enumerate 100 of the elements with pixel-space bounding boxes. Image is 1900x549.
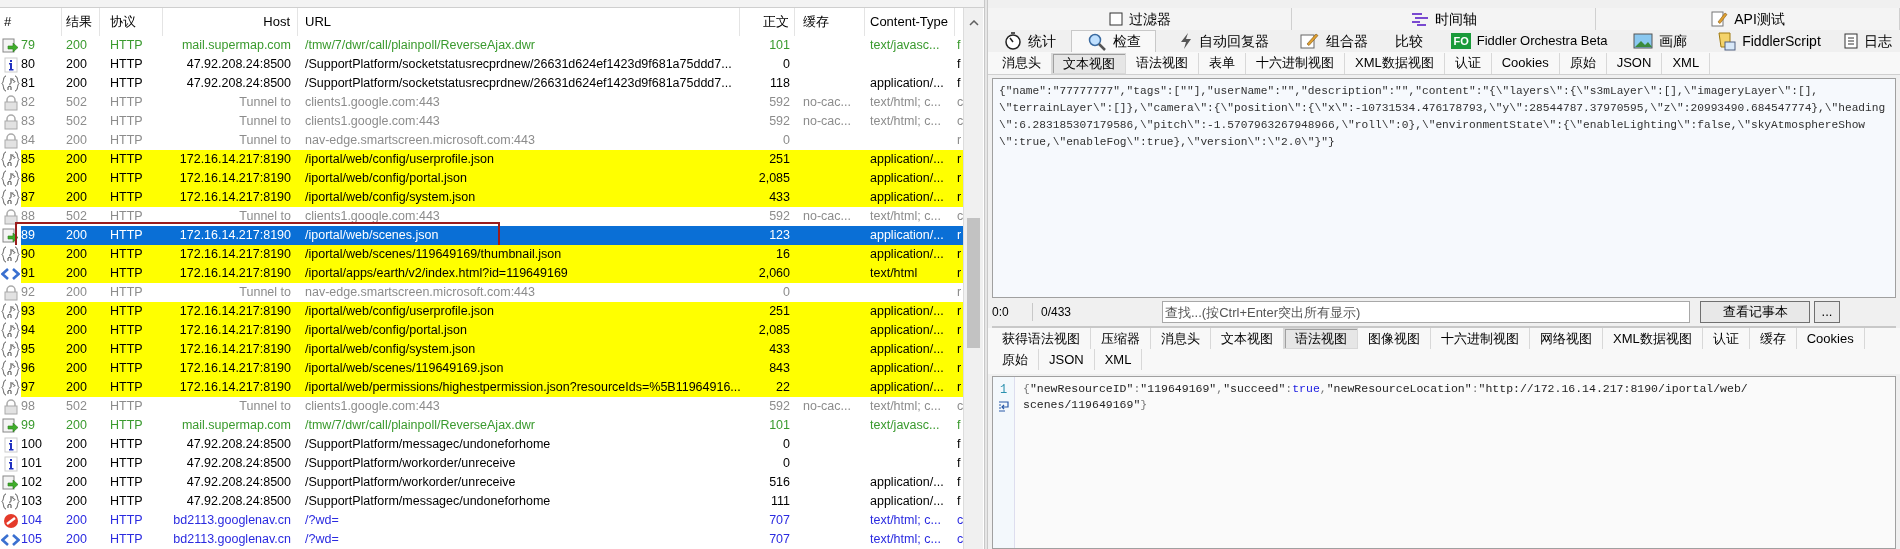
document-arrow-icon bbox=[1, 37, 20, 54]
blocked-icon bbox=[2, 512, 19, 529]
session-row[interactable]: 79 200 HTTP mail.supermap.com /tmw/7/dwr/call/plainpoll/ReverseAjax.dwr 101 text/javasc... f bbox=[0, 36, 963, 55]
lightning-icon bbox=[1178, 32, 1193, 50]
tab[interactable]: 图像视图 bbox=[1358, 328, 1431, 349]
session-row[interactable]: 99 200 HTTP mail.supermap.com /tmw/7/dwr/call/plainpoll/ReverseAjax.dwr 101 text/javasc... f bbox=[0, 416, 963, 435]
session-row[interactable]: 104 200 HTTP bd2113.googlenav.cn /?wd= 707 text/html; c... c bbox=[0, 511, 963, 530]
tab[interactable]: JSON bbox=[1039, 349, 1095, 370]
session-row[interactable]: 100 200 HTTP 47.92.208.24:8500 /SupportPlatform/messagec/undoneforhome 0 f bbox=[0, 435, 963, 454]
tab[interactable]: 过滤器 bbox=[988, 8, 1292, 30]
document-arrow-icon bbox=[1, 474, 20, 491]
session-row[interactable]: 102 200 HTTP 47.92.208.24:8500 /SupportPlatform/workorder/unreceive 516 application/... f bbox=[0, 473, 963, 492]
table-cell-text: HTTP bbox=[110, 512, 143, 530]
table-cell-text: f bbox=[957, 436, 961, 454]
tab[interactable]: 网络视图 bbox=[1530, 328, 1603, 349]
tab[interactable]: 十六进制视图 bbox=[1246, 52, 1345, 74]
table-cell-text: application/... bbox=[870, 341, 944, 359]
tab[interactable]: 语法视图 bbox=[1126, 52, 1199, 74]
table-cell-text: text/javasc... bbox=[870, 37, 940, 55]
table-cell-text: application/... bbox=[870, 170, 944, 188]
scroll-up-icon[interactable] bbox=[969, 20, 979, 26]
table-cell-text: 0 bbox=[783, 284, 790, 302]
table-cell-text: r bbox=[957, 132, 962, 150]
table-cell-text: 200 bbox=[66, 379, 87, 397]
checkbox[interactable] bbox=[1108, 12, 1123, 26]
table-cell-text: f bbox=[957, 455, 961, 473]
tab[interactable]: XML bbox=[1094, 349, 1143, 370]
session-row[interactable]: 101 200 HTTP 47.92.208.24:8500 /SupportPlatform/workorder/unreceive 0 f bbox=[0, 454, 963, 473]
table-cell-text: 2,085 bbox=[758, 170, 790, 188]
session-row[interactable]: 83 502 HTTP Tunnel to clients1.google.com:443 592 no-cac... text/html; c... c bbox=[0, 112, 963, 131]
tab[interactable]: XML数据视图 bbox=[1603, 328, 1703, 349]
tab[interactable]: API测试 bbox=[1596, 8, 1900, 30]
table-cell-text: r bbox=[957, 170, 962, 188]
document-arrow-icon bbox=[1, 227, 20, 244]
session-row[interactable]: 93 200 HTTP 172.16.14.217:8190 /iportal/web/config/userprofile.json 251 application/... r bbox=[0, 302, 963, 321]
tab[interactable]: 检查 bbox=[1071, 30, 1156, 52]
tab[interactable]: JSON bbox=[1606, 52, 1663, 74]
session-row[interactable]: 105 200 HTTP bd2113.googlenav.cn /?wd= 707 text/html; c... c bbox=[0, 530, 963, 549]
table-cell-text: Tunnel to bbox=[239, 284, 291, 302]
more-button[interactable]: ... bbox=[1814, 301, 1840, 323]
tab[interactable]: 十六进制视图 bbox=[1431, 328, 1530, 349]
notepad-button[interactable]: 查看记事本 bbox=[1700, 301, 1810, 323]
text-line: \"terrainLayer\":[]},\"camera\":{\"position\":{\"x\":-10731534.476178793,\"y\":28544787.37970595,\"z\":20993490.684547774},\"heading bbox=[999, 101, 1887, 116]
table-cell-text: HTTP bbox=[110, 56, 143, 74]
session-row[interactable]: 94 200 HTTP 172.16.14.217:8190 /iportal/web/config/portal.json 2,085 application/... r bbox=[0, 321, 963, 340]
table-cell-text: 123 bbox=[769, 227, 790, 245]
table-cell-text: r bbox=[957, 246, 962, 264]
scrollbar[interactable] bbox=[963, 8, 983, 549]
session-row[interactable]: 95 200 HTTP 172.16.14.217:8190 /iportal/web/config/system.json 433 application/... r bbox=[0, 340, 963, 359]
table-cell-text: r bbox=[957, 189, 962, 207]
table-cell-text: 200 bbox=[66, 341, 87, 359]
tab[interactable]: 时间轴 bbox=[1292, 8, 1596, 30]
table-cell-text: 502 bbox=[66, 398, 87, 416]
session-row[interactable]: 80 200 HTTP 47.92.208.24:8500 /SupportPlatform/socketstatusrecprdnew/26631d624ef1423d9f681a75ddd7... 0 f bbox=[0, 55, 963, 74]
table-cell-text: no-cac... bbox=[803, 94, 851, 112]
tab[interactable]: XML数据视图 bbox=[1345, 52, 1445, 74]
table-cell-text: f bbox=[957, 56, 961, 74]
tab[interactable]: 表单 bbox=[1199, 52, 1246, 74]
tab[interactable]: 语法视图 bbox=[1284, 328, 1358, 349]
tab[interactable]: 缓存 bbox=[1749, 328, 1797, 349]
table-cell-text: HTTP bbox=[110, 265, 143, 283]
session-row[interactable]: 87 200 HTTP 172.16.14.217:8190 /iportal/web/config/system.json 433 application/... r bbox=[0, 188, 963, 207]
tab[interactable]: 原始 bbox=[992, 349, 1039, 370]
table-cell-text: /SupportPlatform/messagec/undoneforhome bbox=[305, 436, 551, 454]
table-cell-text: text/javasc... bbox=[870, 417, 940, 435]
session-row[interactable]: 86 200 HTTP 172.16.14.217:8190 /iportal/web/config/portal.json 2,085 application/... r bbox=[0, 169, 963, 188]
session-row[interactable]: 92 200 HTTP Tunnel to nav-edge.smartscreen.microsoft.com:443 0 r bbox=[0, 283, 963, 302]
table-cell-text: 707 bbox=[769, 531, 790, 549]
table-cell-text: 200 bbox=[66, 265, 87, 283]
session-row[interactable]: 85 200 HTTP 172.16.14.217:8190 /iportal/web/config/userprofile.json 251 application/... r bbox=[0, 150, 963, 169]
tab[interactable]: 原始 bbox=[1559, 52, 1607, 74]
scroll-thumb[interactable] bbox=[967, 218, 980, 348]
session-row[interactable]: 84 200 HTTP Tunnel to nav-edge.smartscreen.microsoft.com:443 0 r bbox=[0, 131, 963, 150]
table-cell-text: r bbox=[957, 341, 962, 359]
stopwatch-icon bbox=[1003, 32, 1022, 50]
tab[interactable]: 认证 bbox=[1444, 52, 1492, 74]
find-field[interactable]: 查找...(按Ctrl+Enter突出所有显示) bbox=[1162, 301, 1690, 323]
table-cell-text: application/... bbox=[870, 474, 944, 492]
tab[interactable]: Cookies bbox=[1491, 52, 1560, 74]
tab[interactable]: XML bbox=[1662, 52, 1711, 74]
tab[interactable]: Cookies bbox=[1796, 328, 1865, 349]
tab[interactable]: 压缩器 bbox=[1091, 328, 1151, 349]
session-row[interactable]: 91 200 HTTP 172.16.14.217:8190 /iportal/apps/earth/v2/index.html?id=119649169 2,060 text/html r bbox=[0, 264, 963, 283]
session-row[interactable]: 90 200 HTTP 172.16.14.217:8190 /iportal/web/scenes/119649169/thumbnail.json 16 application/... r bbox=[0, 245, 963, 264]
info-icon bbox=[3, 436, 18, 453]
session-row[interactable]: 88 502 HTTP Tunnel to clients1.google.com:443 592 no-cac... text/html; c... c bbox=[0, 207, 963, 226]
tab[interactable]: 文本视图 bbox=[1052, 52, 1126, 74]
tab[interactable]: 获得语法视图 bbox=[992, 328, 1091, 349]
session-row[interactable]: 81 200 HTTP 47.92.208.24:8500 /SupportPlatform/socketstatusrecprdnew/26631d624ef1423d9f681a75ddd7... 118 application/... f bbox=[0, 74, 963, 93]
session-row[interactable]: 103 200 HTTP 47.92.208.24:8500 /SupportPlatform/messagec/undoneforhome 111 application/... f bbox=[0, 492, 963, 511]
tab[interactable]: 消息头 bbox=[1151, 328, 1211, 349]
session-row[interactable]: 98 502 HTTP Tunnel to clients1.google.com:443 592 no-cac... text/html; c... c bbox=[0, 397, 963, 416]
table-cell-text: 172.16.14.217:8190 bbox=[179, 322, 291, 340]
table-cell-text: f bbox=[957, 37, 961, 55]
json-icon bbox=[1, 246, 20, 263]
tab[interactable]: 认证 bbox=[1702, 328, 1750, 349]
table-cell-text: 200 bbox=[66, 512, 87, 530]
session-row[interactable]: 96 200 HTTP 172.16.14.217:8190 /iportal/web/scenes/119649169.json 843 application/... r bbox=[0, 359, 963, 378]
session-row[interactable]: 97 200 HTTP 172.16.14.217:8190 /iportal/web/permissions/highestpermission.json?resourceIds=%5B11964916... 22 application/... r bbox=[0, 378, 963, 397]
session-row[interactable]: 82 502 HTTP Tunnel to clients1.google.com:443 592 no-cac... text/html; c... c bbox=[0, 93, 963, 112]
